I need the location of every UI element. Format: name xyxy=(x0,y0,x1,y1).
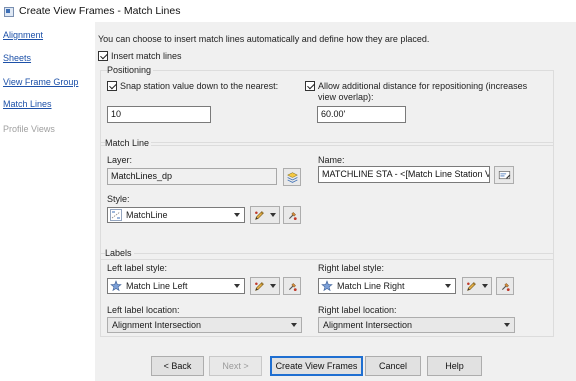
right-label-location-value: Alignment Intersection xyxy=(323,320,413,330)
app-icon xyxy=(3,6,14,17)
layer-field: MatchLines_dp xyxy=(107,168,277,185)
cancel-button[interactable]: Cancel xyxy=(365,356,421,376)
right-label-style-edit-button[interactable] xyxy=(462,277,492,295)
layer-picker-button[interactable] xyxy=(283,168,301,186)
checkbox-box[interactable] xyxy=(305,81,315,91)
insert-match-lines-checkbox[interactable]: Insert match lines xyxy=(98,51,182,61)
match-line-style-edit-button[interactable] xyxy=(250,206,280,224)
pencil-icon xyxy=(254,210,265,221)
right-label-style-select[interactable]: Match Line Right xyxy=(318,278,456,294)
left-label-location-value: Alignment Intersection xyxy=(112,320,202,330)
pick-from-drawing-icon xyxy=(500,281,511,292)
pick-from-drawing-icon xyxy=(287,281,298,292)
right-label-style-label: Right label style: xyxy=(318,263,385,273)
nav-item-view-frame-group[interactable]: View Frame Group xyxy=(3,77,78,87)
checkbox-box[interactable] xyxy=(107,81,117,91)
title-bar: Create View Frames - Match Lines xyxy=(0,0,576,22)
right-label-location-select[interactable]: Alignment Intersection xyxy=(318,317,515,333)
chevron-down-icon xyxy=(230,279,244,293)
left-label-style-icon xyxy=(110,280,122,292)
style-label: Style: xyxy=(107,194,130,204)
allow-distance-checkbox[interactable]: Allow additional distance for reposition… xyxy=(305,81,527,103)
right-label-style-value: Match Line Right xyxy=(337,281,405,291)
labels-legend: Labels xyxy=(105,248,134,258)
left-label-location-label: Left label location: xyxy=(107,305,180,315)
nav-item-profile-views: Profile Views xyxy=(3,124,55,134)
create-view-frames-button[interactable]: Create View Frames xyxy=(270,356,363,376)
name-label: Name: xyxy=(318,155,345,165)
next-button: Next > xyxy=(209,356,262,376)
snap-station-value-input[interactable]: 10 xyxy=(107,106,211,123)
main-panel: You can choose to insert match lines aut… xyxy=(95,22,576,381)
name-editor-icon xyxy=(498,169,511,182)
pick-from-drawing-icon xyxy=(287,210,298,221)
back-button[interactable]: < Back xyxy=(151,356,204,376)
pencil-icon xyxy=(254,281,265,292)
snap-station-label: Snap station value down to the nearest: xyxy=(120,81,279,91)
nav-item-alignment[interactable]: Alignment xyxy=(3,30,43,40)
layer-label: Layer: xyxy=(107,155,133,165)
snap-station-checkbox[interactable]: Snap station value down to the nearest: xyxy=(107,81,278,91)
right-label-style-icon xyxy=(321,280,333,292)
chevron-down-icon xyxy=(441,279,455,293)
match-line-style-select[interactable]: MatchLine xyxy=(107,207,245,223)
wizard-nav: Alignment Sheets View Frame Group Match … xyxy=(0,22,95,381)
name-template-input[interactable]: MATCHLINE STA - <[Match Line Station Va xyxy=(318,166,490,183)
right-label-location-label: Right label location: xyxy=(318,305,397,315)
left-label-style-edit-button[interactable] xyxy=(250,277,280,295)
checkbox-box[interactable] xyxy=(98,51,108,61)
match-line-style-pick-button[interactable] xyxy=(283,206,301,224)
allow-distance-value-input[interactable]: 60.00' xyxy=(317,106,406,123)
left-label-style-pick-button[interactable] xyxy=(283,277,301,295)
chevron-down-icon xyxy=(230,208,244,222)
left-label-style-select[interactable]: Match Line Left xyxy=(107,278,245,294)
match-line-style-icon xyxy=(110,209,122,221)
chevron-down-icon xyxy=(270,213,276,217)
nav-item-match-lines[interactable]: Match Lines xyxy=(3,99,52,109)
allow-distance-label-line2: view overlap): xyxy=(318,92,374,102)
chevron-down-icon xyxy=(500,318,514,332)
left-label-location-select[interactable]: Alignment Intersection xyxy=(107,317,302,333)
insert-match-lines-label: Insert match lines xyxy=(111,51,182,61)
layer-icon xyxy=(286,171,299,184)
name-template-editor-button[interactable] xyxy=(494,166,514,184)
match-line-style-value: MatchLine xyxy=(126,210,168,220)
allow-distance-label-line1: Allow additional distance for reposition… xyxy=(318,81,528,91)
chevron-down-icon xyxy=(270,284,276,288)
help-button[interactable]: Help xyxy=(427,356,482,376)
window-title: Create View Frames - Match Lines xyxy=(19,5,181,17)
left-label-style-value: Match Line Left xyxy=(126,281,188,291)
left-label-style-label: Left label style: xyxy=(107,263,168,273)
chevron-down-icon xyxy=(287,318,301,332)
pencil-icon xyxy=(466,281,477,292)
allow-distance-label: Allow additional distance for reposition… xyxy=(318,81,527,103)
match-line-legend: Match Line xyxy=(105,138,152,148)
intro-text: You can choose to insert match lines aut… xyxy=(98,34,430,44)
chevron-down-icon xyxy=(482,284,488,288)
positioning-legend: Positioning xyxy=(107,65,154,75)
right-label-style-pick-button[interactable] xyxy=(496,277,514,295)
nav-item-sheets[interactable]: Sheets xyxy=(3,53,31,63)
